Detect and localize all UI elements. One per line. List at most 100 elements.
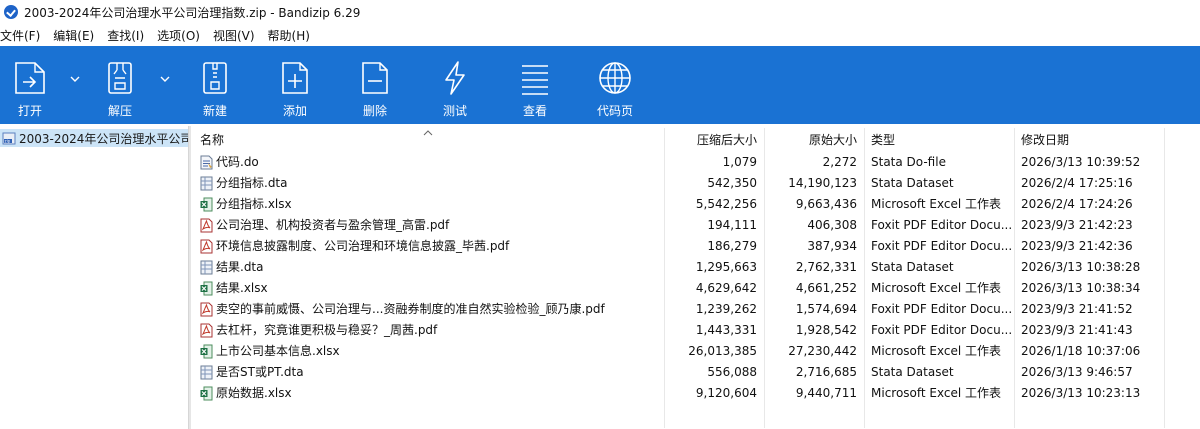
excel-icon <box>200 344 213 359</box>
pdf-icon <box>200 218 213 233</box>
new-archive-icon <box>195 58 235 98</box>
file-type: Stata Dataset <box>871 365 954 379</box>
table-row[interactable]: 分组指标.dta 542,350 14,190,123 Stata Dataset 20… <box>191 173 1200 194</box>
table-row[interactable]: 代码.do 1,079 2,272 Stata Do-file 2026/3/13 10… <box>191 152 1200 173</box>
menu-bar: 文件(F) 编辑(E) 查找(I) 选项(O) 视图(V) 帮助(H) <box>0 24 1200 46</box>
file-type: Stata Dataset <box>871 260 954 274</box>
tree-root-label: 2003-2024年公司治理水平公司 <box>19 131 188 146</box>
codepage-button[interactable]: 代码页 <box>592 46 638 124</box>
lightning-icon <box>435 58 475 98</box>
compressed-size: 1,443,331 <box>695 323 757 337</box>
file-name: 结果.dta <box>216 260 264 274</box>
file-name: 去杠杆，究竟谁更积极与稳妥？_周茜.pdf <box>216 323 438 337</box>
column-header-compressed[interactable]: 压缩后大小 <box>697 126 757 152</box>
file-name: 结果.xlsx <box>216 281 268 295</box>
table-row[interactable]: 分组指标.xlsx 5,542,256 9,663,436 Microsoft Exc… <box>191 194 1200 215</box>
table-row[interactable]: 公司治理、机构投资者与盈余管理_高雷.pdf 194,111 406,308 Foxi… <box>191 215 1200 236</box>
menu-help[interactable]: 帮助(H) <box>268 27 310 44</box>
pdf-icon <box>200 239 213 254</box>
original-size: 1,928,542 <box>795 323 857 337</box>
extract-dropdown-icon[interactable] <box>160 72 170 82</box>
compressed-size: 26,013,385 <box>688 344 757 358</box>
column-header-original[interactable]: 原始大小 <box>809 126 857 152</box>
test-button[interactable]: 测试 <box>433 46 477 124</box>
sort-ascending-icon <box>423 126 433 136</box>
compressed-size: 1,079 <box>722 155 757 169</box>
window-title: 2003-2024年公司治理水平公司治理指数.zip - Bandizip 6.… <box>24 5 361 20</box>
file-name: 是否ST或PT.dta <box>216 365 304 379</box>
menu-options[interactable]: 选项(O) <box>157 27 200 44</box>
column-header-modified[interactable]: 修改日期 <box>1021 126 1069 152</box>
file-type: Microsoft Excel 工作表 <box>871 386 1002 400</box>
table-row[interactable]: 结果.xlsx 4,629,642 4,661,252 Microsoft Excel… <box>191 278 1200 299</box>
compressed-size: 1,239,262 <box>695 302 757 316</box>
original-size: 2,716,685 <box>795 365 857 379</box>
globe-icon <box>595 58 635 98</box>
table-row[interactable]: 环境信息披露制度、公司治理和环境信息披露_毕茜.pdf 186,279 387,93… <box>191 236 1200 257</box>
menu-edit[interactable]: 编辑(E) <box>53 27 94 44</box>
table-row[interactable]: 结果.dta 1,295,663 2,762,331 Stata Dataset 202… <box>191 257 1200 278</box>
compressed-size: 194,111 <box>707 218 757 232</box>
table-row[interactable]: 卖空的事前威慑、公司治理与...资融券制度的准自然实验检验_顾乃康.pdf 1,2… <box>191 299 1200 320</box>
file-name-cell: 环境信息披露制度、公司治理和环境信息披露_毕茜.pdf <box>200 236 640 257</box>
modified-date: 2023/9/3 21:42:23 <box>1021 218 1133 232</box>
file-type: Stata Do-file <box>871 155 946 169</box>
stata-do-icon <box>200 155 213 170</box>
list-view-icon <box>515 58 555 98</box>
new-archive-label: 新建 <box>202 104 227 118</box>
table-row[interactable]: 是否ST或PT.dta 556,088 2,716,685 Stata Dataset… <box>191 362 1200 383</box>
view-button[interactable]: 查看 <box>513 46 557 124</box>
compressed-size: 186,279 <box>707 239 757 253</box>
menu-find[interactable]: 查找(I) <box>107 27 144 44</box>
compressed-size: 9,120,604 <box>695 386 757 400</box>
menu-file[interactable]: 文件(F) <box>0 27 40 44</box>
file-name: 分组指标.xlsx <box>216 197 292 211</box>
add-label: 添加 <box>282 104 307 118</box>
file-name-cell: 是否ST或PT.dta <box>200 362 640 383</box>
stata-dta-icon <box>200 365 213 380</box>
file-name-cell: 公司治理、机构投资者与盈余管理_高雷.pdf <box>200 215 640 236</box>
file-name-cell: 结果.xlsx <box>200 278 640 299</box>
original-size: 387,934 <box>807 239 857 253</box>
file-type: Foxit PDF Editor Docu... <box>871 218 1011 232</box>
original-size: 1,574,694 <box>795 302 857 316</box>
file-name-cell: 去杠杆，究竟谁更积极与稳妥？_周茜.pdf <box>200 320 640 341</box>
original-size: 2,762,331 <box>795 260 857 274</box>
extract-button[interactable]: 解压 <box>98 46 142 124</box>
open-dropdown-icon[interactable] <box>70 72 80 82</box>
delete-label: 删除 <box>362 104 387 118</box>
tree-item-archive-root[interactable]: zip 2003-2024年公司治理水平公司 <box>0 129 188 147</box>
modified-date: 2026/2/4 17:24:26 <box>1021 197 1133 211</box>
compressed-size: 556,088 <box>707 365 757 379</box>
menu-view[interactable]: 视图(V) <box>213 27 255 44</box>
pdf-icon <box>200 302 213 317</box>
column-header-row: 名称 压缩后大小 原始大小 类型 修改日期 <box>191 126 1200 428</box>
modified-date: 2023/9/3 21:41:43 <box>1021 323 1133 337</box>
modified-date: 2026/3/13 10:38:34 <box>1021 281 1141 295</box>
modified-date: 2026/2/4 17:25:16 <box>1021 176 1133 190</box>
folder-tree: zip 2003-2024年公司治理水平公司 <box>0 126 188 429</box>
file-type: Foxit PDF Editor Docu... <box>871 302 1011 316</box>
file-type: Foxit PDF Editor Docu... <box>871 323 1011 337</box>
compressed-size: 4,629,642 <box>695 281 757 295</box>
modified-date: 2026/3/13 10:23:13 <box>1021 386 1141 400</box>
file-type: Microsoft Excel 工作表 <box>871 281 1002 295</box>
view-label: 查看 <box>522 104 547 118</box>
table-row[interactable]: 去杠杆，究竟谁更积极与稳妥？_周茜.pdf 1,443,331 1,928,542 F… <box>191 320 1200 341</box>
column-header-type[interactable]: 类型 <box>871 126 895 152</box>
table-row[interactable]: 上市公司基本信息.xlsx 26,013,385 27,230,442 Microso… <box>191 341 1200 362</box>
delete-button[interactable]: 删除 <box>353 46 397 124</box>
modified-date: 2023/9/3 21:41:52 <box>1021 302 1133 316</box>
add-button[interactable]: 添加 <box>273 46 317 124</box>
new-archive-button[interactable]: 新建 <box>193 46 237 124</box>
open-button[interactable]: 打开 <box>8 46 52 124</box>
column-header-name[interactable]: 名称 <box>200 126 224 152</box>
original-size: 406,308 <box>807 218 857 232</box>
delete-file-icon <box>355 58 395 98</box>
file-name: 原始数据.xlsx <box>216 386 292 400</box>
open-icon <box>10 58 50 98</box>
table-row[interactable]: 原始数据.xlsx 9,120,604 9,440,711 Microsoft Exc… <box>191 383 1200 404</box>
file-name: 环境信息披露制度、公司治理和环境信息披露_毕茜.pdf <box>216 239 510 253</box>
file-type: Microsoft Excel 工作表 <box>871 344 1002 358</box>
file-type: Stata Dataset <box>871 176 954 190</box>
